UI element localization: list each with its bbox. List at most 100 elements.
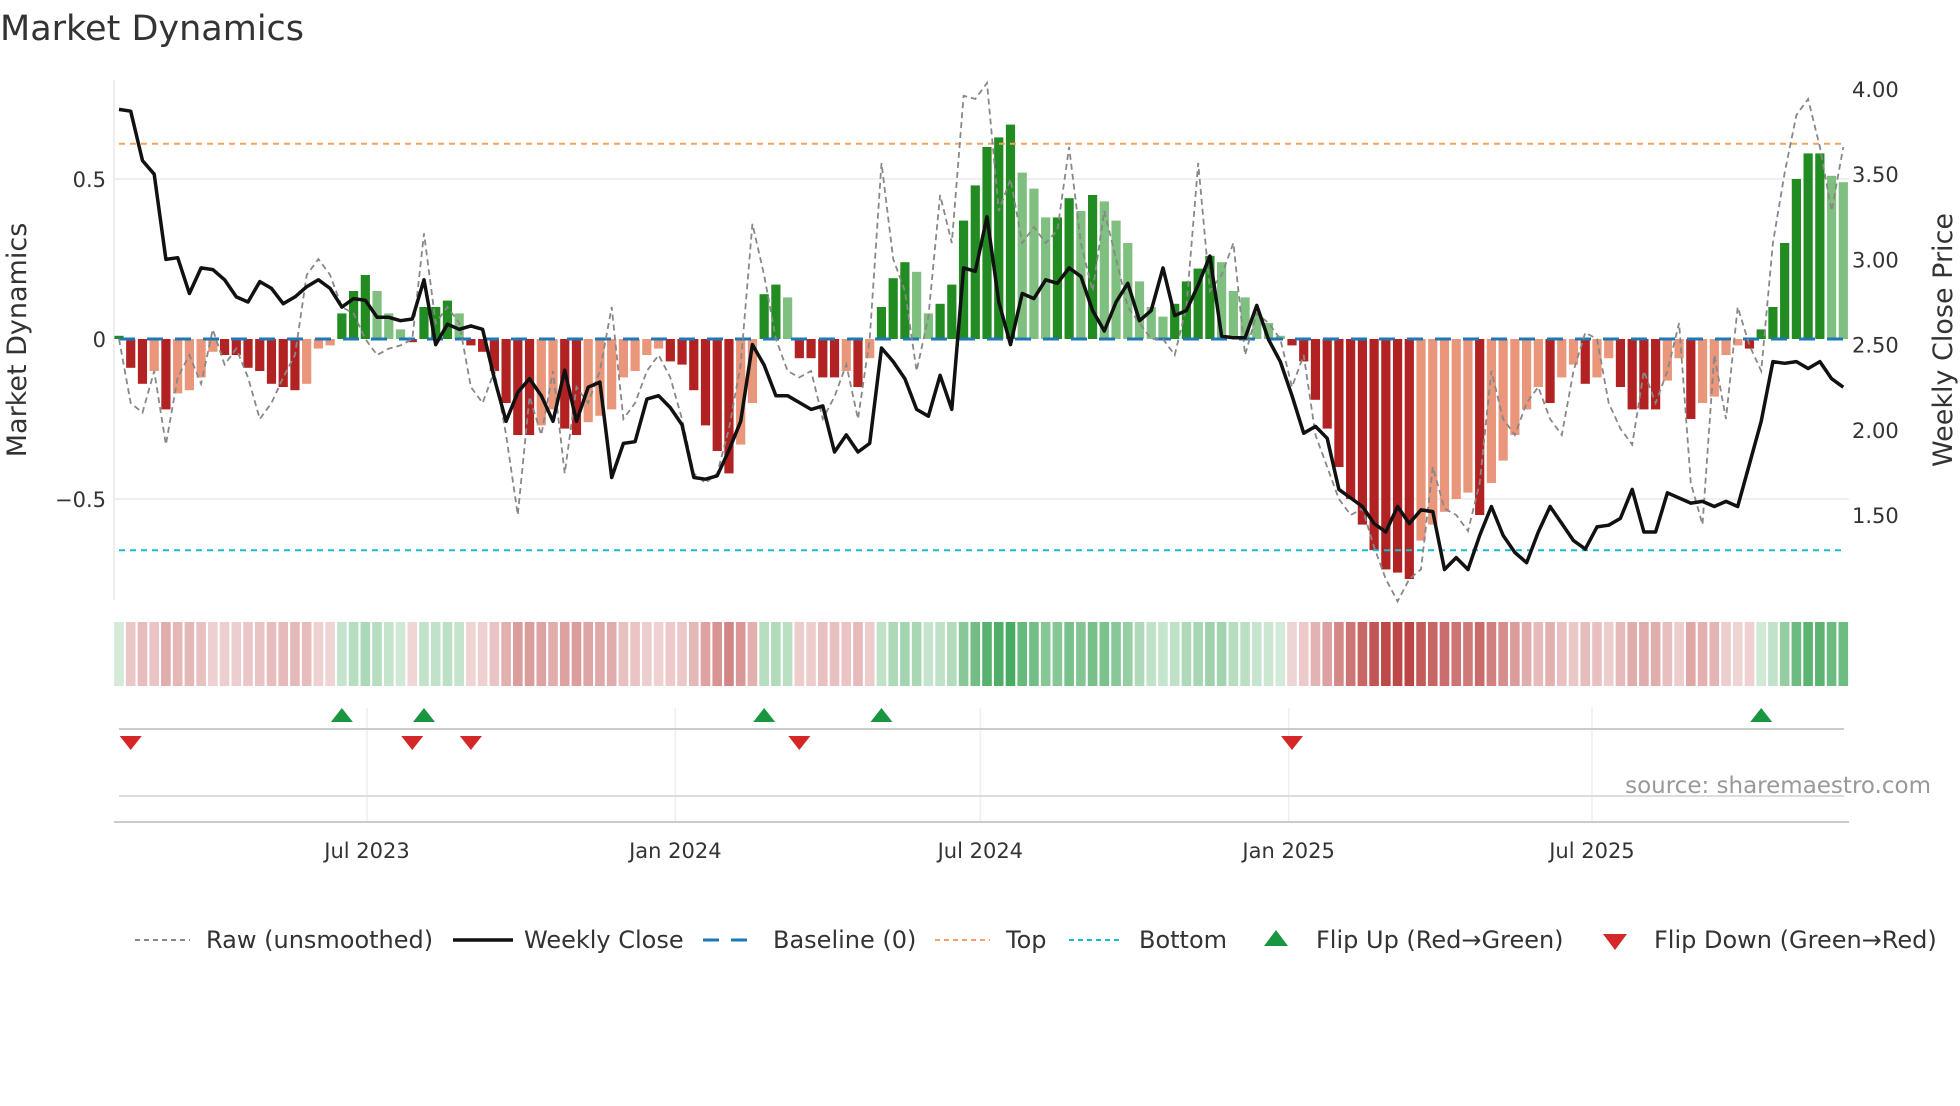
- heat-cell: [1826, 622, 1837, 686]
- legend-bottom: Bottom: [1139, 926, 1227, 954]
- dynamics-bar: [665, 339, 675, 362]
- dynamics-bar: [1697, 339, 1708, 403]
- flip-up-marker: [330, 708, 353, 722]
- dynamics-bar: [501, 339, 511, 403]
- dynamics-bar: [1721, 339, 1731, 355]
- heat-cell: [759, 622, 769, 686]
- heat-cell: [1556, 622, 1567, 686]
- heat-cell: [1076, 622, 1086, 686]
- dynamics-bar: [1029, 188, 1039, 339]
- heat-cell: [1768, 622, 1778, 686]
- dynamics-bar: [607, 339, 617, 410]
- heat-cell: [1791, 622, 1802, 686]
- dynamics-bar: [1557, 339, 1567, 378]
- heat-cell: [1627, 622, 1637, 686]
- heat-cell: [536, 622, 547, 686]
- flip-down-marker: [459, 736, 482, 750]
- flip-down-marker: [401, 736, 424, 750]
- dynamics-bar: [1392, 339, 1403, 573]
- heat-cell: [231, 622, 242, 686]
- dynamics-bar: [912, 271, 922, 339]
- x-tick-label: Jul 2025: [1547, 839, 1634, 863]
- heat-cell: [1357, 622, 1368, 686]
- heat-cell: [161, 622, 171, 686]
- dynamics-bar: [1815, 153, 1825, 339]
- chart-title: Market Dynamics: [0, 9, 304, 49]
- left-tick-label: −0.5: [55, 488, 106, 512]
- flip-up-marker: [412, 708, 435, 722]
- heat-cell: [1181, 622, 1192, 686]
- dynamics-bar: [290, 339, 300, 391]
- right-tick-label: 3.00: [1852, 248, 1899, 272]
- dynamics-bar: [137, 339, 148, 384]
- dynamics-bar: [876, 307, 887, 339]
- dynamics-bar: [783, 297, 793, 339]
- heat-cell: [1345, 622, 1356, 686]
- heat-cell: [1052, 622, 1063, 686]
- heat-cell: [1099, 622, 1110, 686]
- source-label: source: sharemaestro.com: [1625, 773, 1931, 799]
- dynamics-bar: [1005, 124, 1016, 339]
- heat-cell: [419, 622, 429, 686]
- heat-cell: [900, 622, 910, 686]
- heat-cell: [1674, 622, 1684, 686]
- dynamics-bar: [1510, 339, 1520, 435]
- dynamics-bar: [1662, 339, 1672, 381]
- heat-cell: [1158, 622, 1168, 686]
- heat-cell: [137, 622, 148, 686]
- heat-cell: [841, 622, 852, 686]
- x-tick-label: Jul 2024: [936, 839, 1023, 863]
- heat-cell: [1533, 622, 1544, 686]
- dynamics-bar: [1486, 339, 1497, 483]
- heat-cell: [1205, 622, 1215, 686]
- flip-up-marker: [870, 708, 893, 722]
- heat-cell: [1369, 622, 1379, 686]
- heat-cell: [653, 622, 664, 686]
- dynamics-bar: [536, 339, 546, 426]
- dynamics-bar: [794, 339, 804, 359]
- heat-cell: [1228, 622, 1239, 686]
- dynamics-bar: [700, 339, 711, 426]
- dynamics-bar: [243, 339, 253, 368]
- heat-cell: [958, 622, 969, 686]
- dynamics-bar: [888, 278, 898, 339]
- heat-cell: [1252, 622, 1262, 686]
- dynamics-bar: [1780, 243, 1790, 339]
- heat-cell: [1732, 622, 1743, 686]
- heat-cell: [1580, 622, 1591, 686]
- dynamics-bar: [900, 262, 910, 339]
- right-tick-label: 2.50: [1852, 334, 1899, 358]
- dynamics-bar: [1615, 339, 1626, 387]
- heat-cell: [348, 622, 359, 686]
- heat-cell: [1439, 622, 1450, 686]
- dynamics-bar: [1334, 339, 1344, 467]
- heat-cell: [595, 622, 605, 686]
- heat-cell: [442, 622, 453, 686]
- dynamics-bar: [618, 339, 628, 378]
- heat-cell: [829, 622, 840, 686]
- heat-cell: [888, 622, 898, 686]
- dynamics-bar: [149, 339, 159, 371]
- heat-cell: [501, 622, 511, 686]
- heat-cell: [477, 622, 488, 686]
- heat-cell: [1310, 622, 1321, 686]
- legend-close: Weekly Close: [524, 926, 684, 954]
- dynamics-bar: [1533, 339, 1543, 387]
- heat-cell: [1662, 622, 1673, 686]
- dynamics-bar: [759, 294, 769, 339]
- legend-top: Top: [1005, 926, 1047, 954]
- heat-cell: [1193, 622, 1203, 686]
- gridlines: [113, 80, 1849, 823]
- heat-cell: [665, 622, 676, 686]
- heat-cell: [782, 622, 793, 686]
- heat-cell: [1298, 622, 1309, 686]
- dynamics-bar: [677, 339, 687, 365]
- heat-cell: [1744, 622, 1755, 686]
- heat-cell: [266, 622, 277, 686]
- heat-cell: [149, 622, 159, 686]
- heat-cell: [1240, 622, 1250, 686]
- dynamics-bar: [278, 339, 288, 387]
- dynamics-bar: [161, 339, 171, 410]
- right-tick-label: 3.50: [1852, 163, 1899, 187]
- flip-down-marker: [119, 736, 142, 750]
